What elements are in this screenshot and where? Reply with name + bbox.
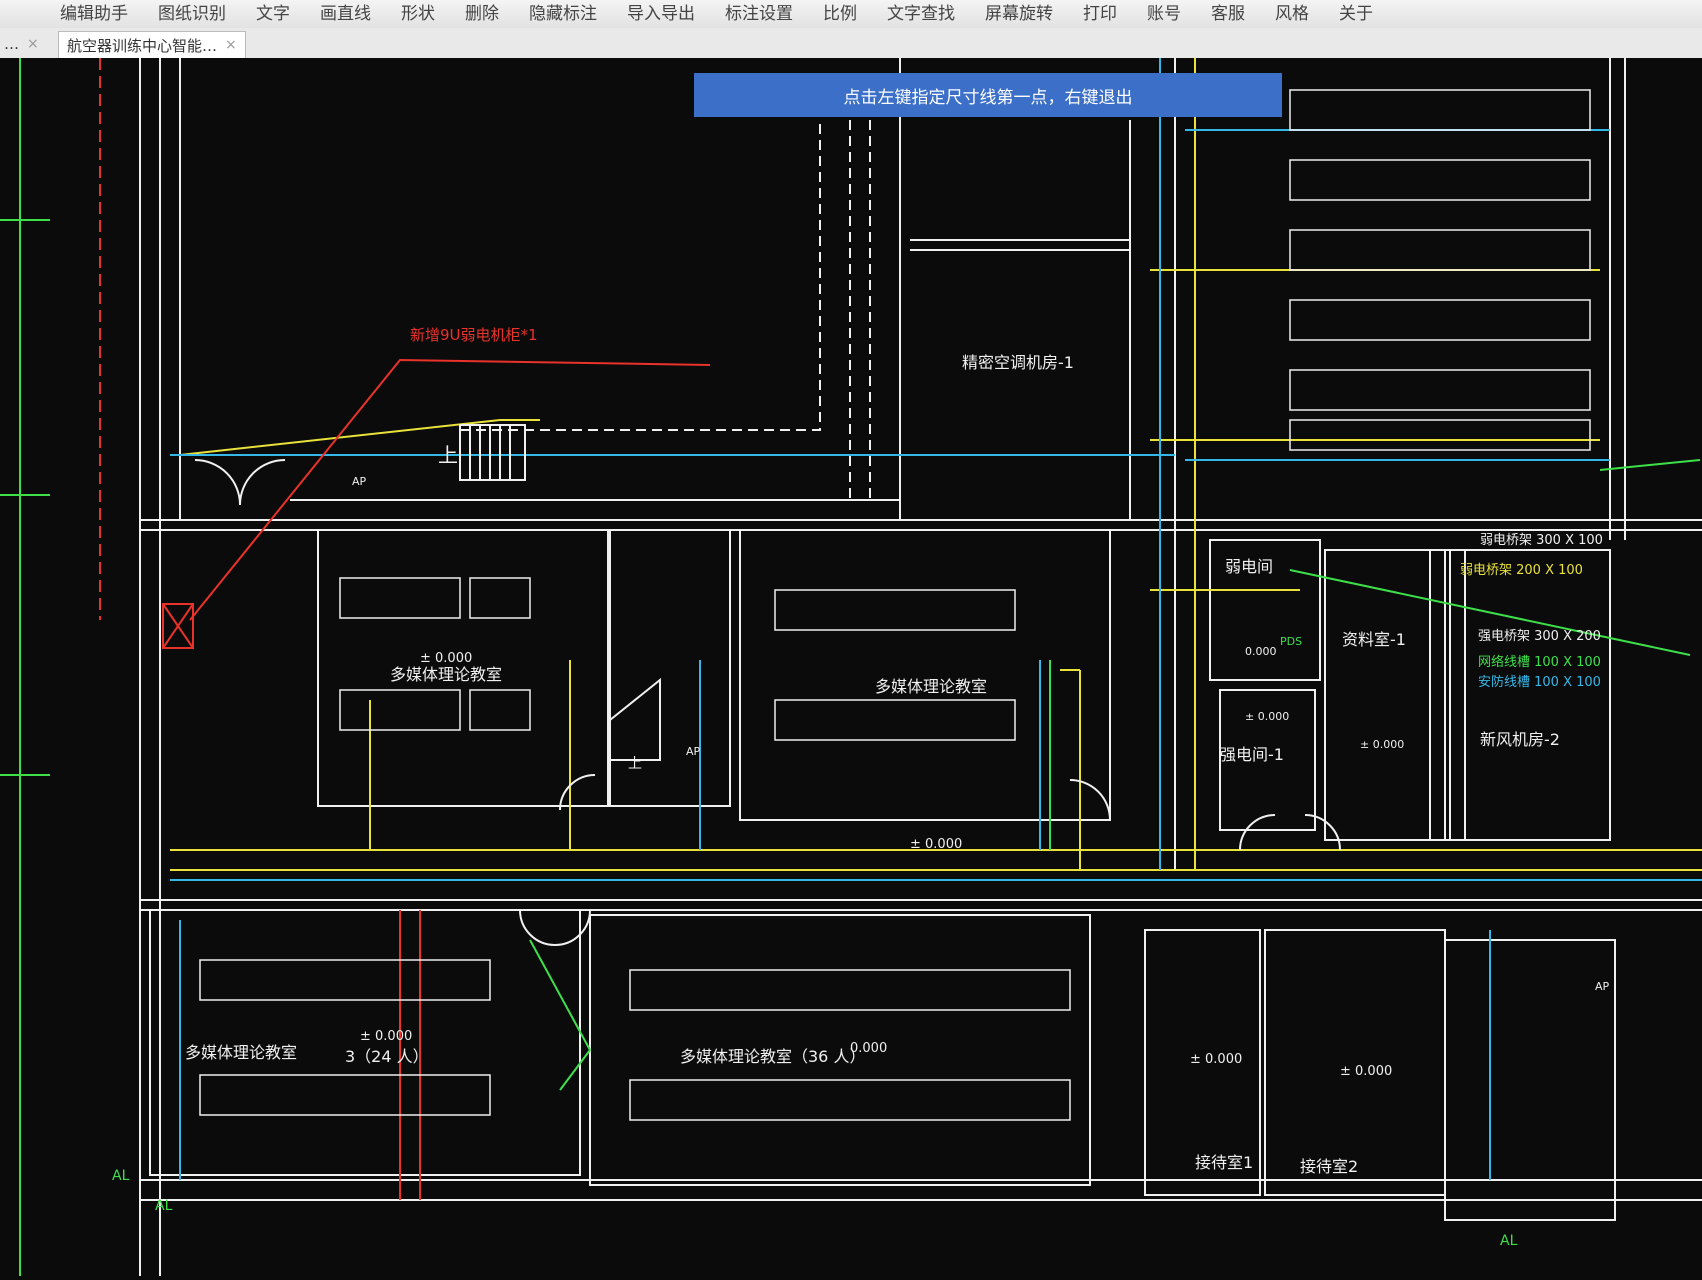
classroom-a-label: 多媒体理论教室	[390, 665, 502, 684]
fresh-air-room-label: 新风机房-2	[1480, 730, 1560, 749]
ac-room-label: 精密空调机房-1	[962, 353, 1074, 372]
tab-previous-label: …	[4, 35, 19, 53]
archive-label: 资料室-1	[1342, 630, 1406, 649]
toolbar-item[interactable]: 编辑助手	[60, 0, 128, 28]
cable-tray-1: 弱电桥架 300 X 100	[1480, 533, 1603, 548]
toolbar-item[interactable]: 形状	[401, 0, 435, 28]
al-label-3: AL	[1500, 1233, 1518, 1249]
toolbar-item[interactable]: 关于	[1339, 0, 1373, 28]
classroom-c-capacity: 3（24 人）	[345, 1047, 429, 1066]
toolbar-item[interactable]: 隐藏标注	[529, 0, 597, 28]
ap-label-2: AP	[686, 745, 701, 758]
toolbar-item[interactable]: 画直线	[320, 0, 371, 28]
stair-up-label-2: 上	[628, 756, 642, 772]
yellow-cable-lines	[170, 58, 1702, 871]
cable-tray-2: 弱电桥架 200 X 100	[1460, 563, 1583, 578]
toolbar-item[interactable]: 账号	[1147, 0, 1181, 28]
toolbar-item[interactable]: 标注设置	[725, 0, 793, 28]
elevation-e: ± 0.000	[1190, 1052, 1242, 1067]
toolbar-item[interactable]: 删除	[465, 0, 499, 28]
pds-label: PDS	[1280, 635, 1302, 648]
new-cabinet-label: 新增9U弱电机柜*1	[410, 326, 538, 344]
command-prompt-banner: 点击左键指定尺寸线第一点，右键退出	[694, 73, 1282, 117]
elevation-f: ± 0.000	[1340, 1064, 1392, 1079]
toolbar-item[interactable]: 打印	[1083, 0, 1117, 28]
al-label-1: AL	[112, 1168, 130, 1184]
cable-tray-4: 网络线槽 100 X 100	[1478, 654, 1601, 670]
desk-group-c	[199, 959, 491, 1116]
toolbar-item[interactable]: 文字	[256, 0, 290, 28]
stair-up-label-1: 上	[438, 443, 458, 467]
elevation-d: 0.000	[850, 1041, 887, 1056]
desk-group-e	[1289, 89, 1591, 451]
toolbar-item[interactable]: 风格	[1275, 0, 1309, 28]
cable-tray-3: 强电桥架 300 X 200	[1478, 629, 1601, 644]
classroom-d-label: 多媒体理论教室（36 人）	[680, 1047, 865, 1066]
reception-1-label: 接待室1	[1195, 1153, 1253, 1172]
classroom-c-label: 多媒体理论教室	[185, 1043, 297, 1062]
toolbar-item[interactable]: 文字查找	[887, 0, 955, 28]
reception-2-label: 接待室2	[1300, 1157, 1358, 1176]
ap-label-1: AP	[352, 475, 367, 488]
door-arcs	[194, 459, 1341, 946]
tab-previous[interactable]: … ×	[4, 31, 39, 57]
elevation-h: ± 0.000	[1245, 710, 1289, 723]
toolbar-item[interactable]: 屏幕旋转	[985, 0, 1053, 28]
weak-room-label: 弱电间	[1225, 557, 1273, 576]
tab-active-drawing[interactable]: 航空器训练中心智能… ×	[58, 31, 246, 58]
elevation-c: ± 0.000	[360, 1029, 412, 1044]
toolbar-item[interactable]: 客服	[1211, 0, 1245, 28]
close-icon[interactable]: ×	[225, 37, 237, 53]
drawing-canvas[interactable]: 新增9U弱电机柜*1 精密空调机房-1 多媒体理论教室 ± 0.000 多媒体理…	[0, 58, 1702, 1276]
elevation-b: ± 0.000	[910, 837, 962, 852]
tab-bar: … × 航空器训练中心智能… ×	[0, 28, 1702, 59]
desk-rows	[199, 89, 1591, 1121]
tab-active-label: 航空器训练中心智能…	[67, 36, 218, 55]
walls	[139, 58, 1702, 1276]
elevation-i: ± 0.000	[1360, 738, 1404, 751]
toolbar-item[interactable]: 图纸识别	[158, 0, 226, 28]
al-label-2: AL	[155, 1198, 173, 1214]
toolbar-item[interactable]: 比例	[823, 0, 857, 28]
cable-tray-5: 安防线槽 100 X 100	[1478, 674, 1601, 690]
stairs	[459, 424, 661, 761]
close-icon[interactable]: ×	[27, 36, 39, 52]
dashed-boundaries	[460, 120, 871, 500]
toolbar-item[interactable]: 导入导出	[627, 0, 695, 28]
toolbar: 编辑助手 图纸识别 文字 画直线 形状 删除 隐藏标注 导入导出 标注设置 比例 文字查找 屏幕旋转 打…	[0, 0, 1702, 28]
ap-label-3: AP	[1595, 980, 1610, 993]
cad-floor-plan: 新增9U弱电机柜*1 精密空调机房-1 多媒体理论教室 ± 0.000 多媒体理…	[0, 58, 1702, 1276]
elevation-a: ± 0.000	[420, 651, 472, 666]
strong-room-label: 强电间-1	[1220, 745, 1284, 764]
elevation-g: 0.000	[1245, 645, 1277, 658]
desk-group-b	[774, 589, 1016, 741]
classroom-b-label: 多媒体理论教室	[875, 677, 987, 696]
